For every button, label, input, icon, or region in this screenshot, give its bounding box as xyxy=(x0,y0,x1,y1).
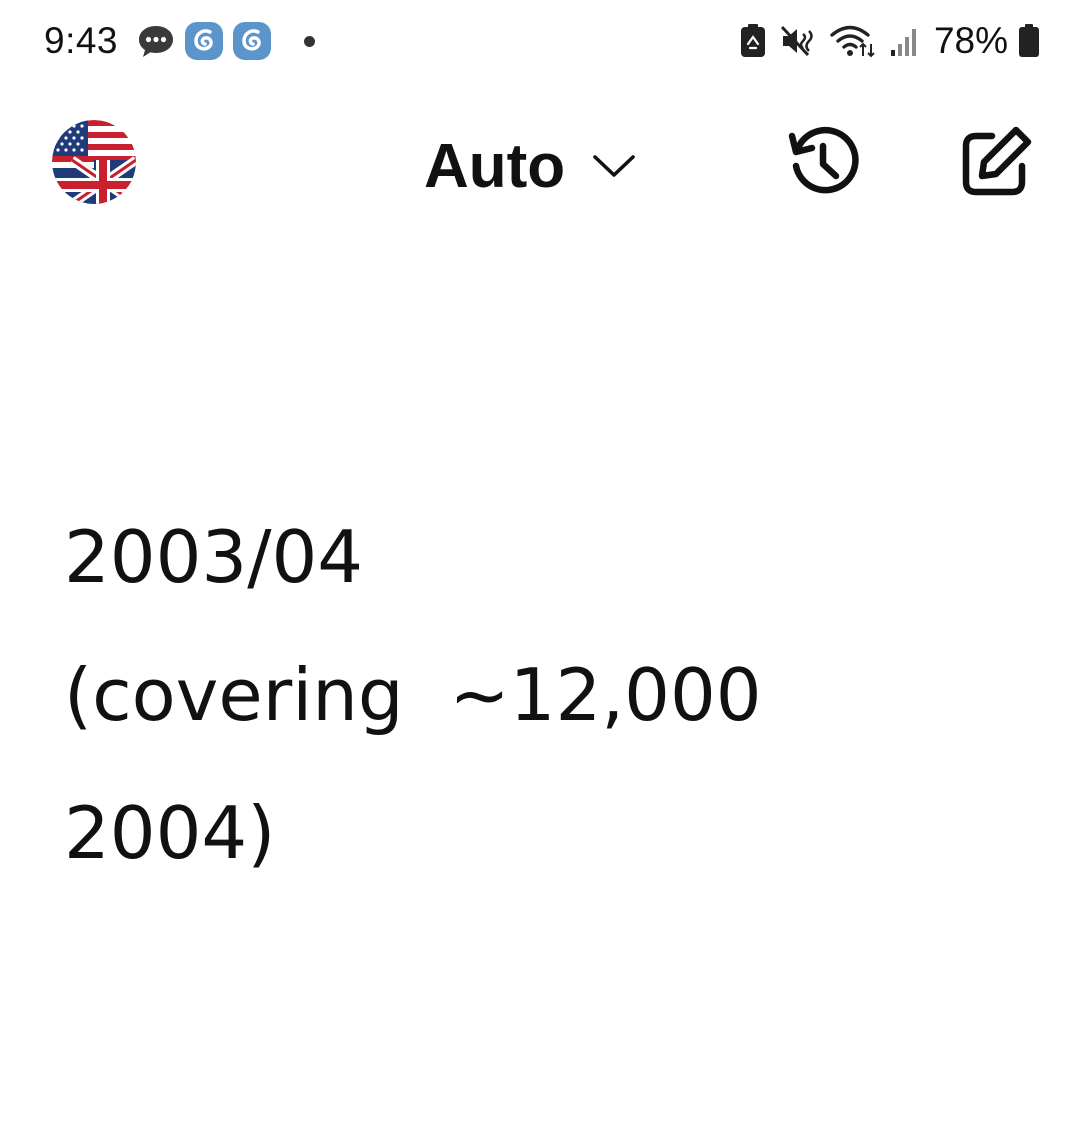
text-line-1: 2003/04 xyxy=(64,515,364,599)
edit-button[interactable] xyxy=(958,124,1034,200)
wifi-icon xyxy=(830,25,875,58)
history-button[interactable] xyxy=(786,124,862,200)
notification-dot xyxy=(304,35,316,47)
history-icon xyxy=(788,126,859,194)
mode-selector[interactable]: Auto xyxy=(424,128,637,204)
battery-icon xyxy=(1019,24,1039,57)
text-line-3: 2004) xyxy=(64,791,276,875)
chevron-down-icon xyxy=(593,155,635,177)
app-swirl-icon xyxy=(185,22,224,60)
edit-icon xyxy=(962,126,1032,196)
mode-label: Auto xyxy=(424,131,566,201)
status-right: 78% xyxy=(726,18,1040,64)
status-bar: 9:43 78% xyxy=(0,0,1080,80)
status-time: 9:43 xyxy=(44,20,119,61)
text-line-2: (covering ~12,000 xyxy=(64,653,762,737)
screen: 9:43 78% Auto 2003/04 (covering ~12,000 … xyxy=(0,0,1080,1136)
mute-icon xyxy=(780,25,813,57)
battery-percent: 78% xyxy=(933,20,1008,61)
language-flag-button[interactable] xyxy=(52,120,136,204)
signal-icon xyxy=(890,29,916,56)
translation-text: 2003/04 (covering ~12,000 2004) xyxy=(64,488,1024,902)
status-left: 9:43 xyxy=(44,18,316,64)
chat-bubble-icon xyxy=(139,26,174,57)
app-swirl-icon xyxy=(233,22,272,60)
battery-saver-icon xyxy=(740,24,765,57)
us-uk-flag-icon xyxy=(52,120,136,204)
